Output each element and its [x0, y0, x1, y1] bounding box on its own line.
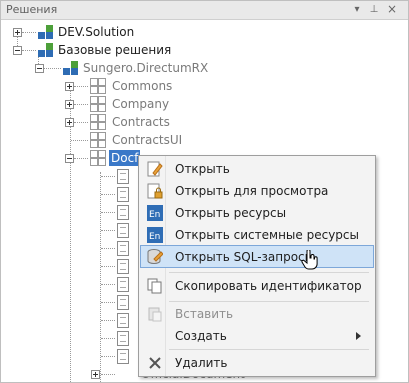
- collapse-minus-icon[interactable]: [35, 64, 44, 73]
- document-icon: [117, 241, 129, 256]
- tree-item-child[interactable]: [1, 312, 141, 328]
- document-icon: [117, 331, 129, 346]
- solution-icon: [38, 25, 53, 39]
- tree-item-child[interactable]: [1, 276, 141, 292]
- tree-label: ContractsUI: [112, 133, 183, 147]
- tree-item-module[interactable]: Contracts: [1, 114, 301, 130]
- document-icon: [117, 187, 129, 202]
- solution-icon: [38, 43, 53, 57]
- tree-item-child[interactable]: [1, 240, 141, 256]
- module-icon: [90, 78, 106, 94]
- tree-item-module[interactable]: Commons: [1, 78, 301, 94]
- module-icon: [90, 114, 106, 130]
- tree-item-child[interactable]: [1, 294, 141, 310]
- menu-item-open-system-resources[interactable]: En Открыть системные ресурсы: [141, 224, 373, 246]
- edit-pencil-icon: [147, 161, 163, 177]
- document-icon: [117, 259, 129, 274]
- tree-item-module[interactable]: Company: [1, 96, 301, 112]
- tree-item-base-solutions[interactable]: Базовые решения: [1, 42, 301, 58]
- module-icon: [90, 132, 106, 148]
- expand-plus-icon[interactable]: [13, 28, 22, 37]
- tree-label: DEV.Solution: [58, 25, 135, 39]
- document-icon: [117, 169, 129, 184]
- expand-plus-icon[interactable]: [65, 82, 74, 91]
- panel-titlebar: Решения ▾ ⊥ ×: [1, 1, 408, 20]
- tree-label: Company: [112, 97, 170, 111]
- document-icon: [117, 349, 129, 364]
- collapse-minus-icon[interactable]: [13, 46, 22, 55]
- tree-item-child[interactable]: [1, 330, 141, 346]
- pin-icon[interactable]: ⊥: [367, 2, 381, 17]
- tree-item-sungero-directumrx[interactable]: Sungero.DirectumRX: [1, 60, 301, 76]
- system-resources-en-icon: En: [147, 227, 163, 243]
- tree-item-child[interactable]: [1, 348, 141, 364]
- tree-item-child[interactable]: [1, 258, 141, 274]
- menu-item-delete[interactable]: Удалить: [141, 352, 373, 374]
- tree-item-child[interactable]: [1, 222, 141, 238]
- menu-item-open[interactable]: Открыть: [141, 158, 373, 180]
- tree-item-module[interactable]: ContractsUI: [1, 132, 301, 148]
- solution-explorer-panel: Решения ▾ ⊥ × DEV.Solution Базовые решен…: [0, 0, 409, 383]
- menu-item-open-sql[interactable]: Открыть SQL-запросы: [140, 245, 374, 270]
- menu-separator: [169, 349, 369, 350]
- menu-separator: [169, 272, 369, 273]
- tree-item-child[interactable]: [1, 168, 141, 184]
- tree-item-child[interactable]: [1, 204, 141, 220]
- tree-item-child[interactable]: [1, 186, 141, 202]
- expand-plus-icon[interactable]: [91, 370, 100, 379]
- paste-icon: [147, 306, 163, 322]
- svg-text:En: En: [149, 232, 160, 242]
- document-icon: [117, 295, 129, 310]
- copy-icon: [147, 278, 163, 294]
- svg-text:En: En: [149, 210, 160, 220]
- document-icon: [117, 277, 129, 292]
- collapse-minus-icon[interactable]: [65, 154, 74, 163]
- expand-plus-icon[interactable]: [65, 118, 74, 127]
- module-icon: [90, 96, 106, 112]
- context-menu: Открыть Открыть для просмотра En Открыть…: [138, 155, 376, 377]
- menu-item-copy-id[interactable]: Скопировать идентификатор: [141, 275, 373, 297]
- expand-plus-icon[interactable]: [65, 100, 74, 109]
- view-lock-icon: [147, 183, 163, 199]
- solution-icon: [63, 61, 78, 75]
- submenu-arrow-icon: [356, 332, 361, 340]
- tree-item-dev-solution[interactable]: DEV.Solution: [1, 24, 301, 40]
- hand-cursor-icon: [301, 249, 319, 273]
- tree-label: Contracts: [112, 115, 170, 129]
- close-icon[interactable]: ×: [385, 2, 399, 17]
- delete-x-icon: [147, 355, 163, 371]
- tree-label: Commons: [112, 79, 173, 93]
- panel-title: Решения: [6, 3, 58, 16]
- document-icon: [117, 223, 129, 238]
- menu-item-paste[interactable]: Вставить: [141, 303, 373, 325]
- dropdown-icon[interactable]: ▾: [350, 2, 364, 17]
- document-icon: [117, 313, 129, 328]
- resources-en-icon: En: [147, 205, 163, 221]
- menu-item-open-view[interactable]: Открыть для просмотра: [141, 180, 373, 202]
- tree-label: Базовые решения: [58, 43, 172, 57]
- menu-item-create[interactable]: Создать: [141, 325, 373, 347]
- sql-database-icon: [147, 249, 164, 265]
- menu-item-open-resources[interactable]: En Открыть ресурсы: [141, 202, 373, 224]
- document-icon: [117, 205, 129, 220]
- module-icon: [90, 150, 106, 166]
- tree-label-selected: Docf: [109, 150, 141, 166]
- tree-label: Sungero.DirectumRX: [83, 61, 209, 75]
- menu-separator: [169, 301, 369, 302]
